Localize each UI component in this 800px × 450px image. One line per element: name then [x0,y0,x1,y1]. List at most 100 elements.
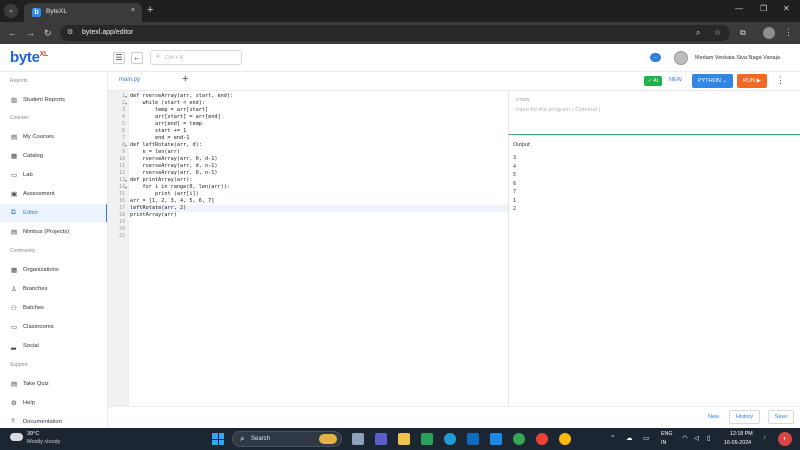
code-line[interactable]: while (start < end): [130,100,204,107]
language-select[interactable]: PYTHON ⌄ [692,74,733,88]
code-line[interactable]: temp = arr[start] [130,107,208,114]
weather-description[interactable]: Mostly cloudy [27,439,60,445]
fold-arrow-icon[interactable]: ▾ [125,178,127,183]
chat-icon[interactable]: … [650,53,661,62]
sidebar-item-organizations[interactable]: ▦ Organizations [0,261,107,279]
edge-icon[interactable] [444,433,456,445]
sidebar-item-documentation[interactable]: ? Documentation [0,413,107,428]
new-button[interactable]: NEW [669,77,682,83]
code-line[interactable]: arr[end] = temp [130,121,202,128]
tray-chevron-icon[interactable]: ⌃ [610,434,615,442]
code-line[interactable]: leftRotate(arr, 2) [130,205,186,212]
bytexl-logo[interactable]: byteXL [10,49,48,66]
url-field[interactable]: ⚙ bytexl.app/editor ⌕ ☆ [60,25,730,41]
more-options-icon[interactable]: ⋮ [776,75,785,86]
back-button[interactable]: ← [131,52,143,64]
chrome-icon[interactable] [513,433,525,445]
sidebar-item-nimbus-projects[interactable]: ▤ Nimbus (Projects) [0,223,107,241]
code-line[interactable]: def rverseArray(arr, start, end): [130,93,233,100]
sidebar-item-batches[interactable]: ⚇ Batches [0,299,107,317]
maximize-icon[interactable]: ❐ [760,4,767,13]
chrome-profile-icon[interactable] [536,433,548,445]
clock-time[interactable]: 12:18 PM [730,431,753,437]
code-line[interactable]: arr[start] = arr[end] [130,114,221,121]
code-line[interactable]: rverseArray(arr, 0, d-1) [130,156,217,163]
history-button[interactable]: History [729,410,760,424]
fold-arrow-icon[interactable]: ▾ [125,101,127,106]
new-file-button[interactable]: New [708,414,719,420]
hamburger-menu-icon[interactable]: ☰ [113,52,125,64]
ai-button[interactable]: ✓ AI [644,76,662,86]
extensions-icon[interactable]: ⧉ [740,28,746,38]
new-tab-button[interactable]: + [147,4,153,16]
browser-menu-icon[interactable]: ⋮ [784,27,793,37]
sidebar-item-classrooms[interactable]: ▭ Classrooms [0,318,107,336]
code-line[interactable]: rverseArray(arr, 0, n-1) [130,170,217,177]
code-line[interactable]: end = end-1 [130,135,189,142]
bookmark-star-icon[interactable]: ☆ [714,28,721,37]
battery-status-icon[interactable]: ▯ [707,434,711,442]
fold-arrow-icon[interactable]: ▾ [125,94,127,99]
volume-icon[interactable]: ◁ [694,434,699,442]
taskbar-search[interactable]: ⌕ Search [232,431,342,447]
sidebar-item-take-quiz[interactable]: ▤ Take Quiz [0,375,107,393]
url-text[interactable]: bytexl.app/editor [82,29,133,36]
code-line[interactable]: n = len(arr) [130,149,180,156]
zoom-icon[interactable]: ⌕ [696,28,700,38]
search-input[interactable]: ⌕ Ctrl + K [150,50,242,65]
user-name[interactable]: Medam Venkata Siva Naga Vanaja [695,55,780,61]
sidebar-item-branches[interactable]: ♙ Branches [0,280,107,298]
language-indicator[interactable]: ENG [661,431,672,437]
avatar[interactable] [674,51,688,65]
sidebar-item-lab[interactable]: ▭ Lab [0,166,107,184]
sidebar-item-catalog[interactable]: ▦ Catalog [0,147,107,165]
chrome-canary-icon[interactable] [559,433,571,445]
stdin-panel[interactable]: STDIN Input for the program ( Optional ) [508,90,800,135]
code-line[interactable]: print (arr[i]) [130,191,199,198]
teams-icon[interactable] [375,433,387,445]
tab-search-chevron-icon[interactable]: ⌄ [4,4,18,18]
minimize-icon[interactable]: — [735,4,743,13]
weather-temperature[interactable]: 39°C [27,431,39,437]
tab-main-py[interactable]: main.py [119,77,140,83]
file-explorer-icon[interactable] [398,433,410,445]
sidebar-item-student-reports[interactable]: ▥ Student Reports [0,91,107,109]
close-window-icon[interactable]: ✕ [783,4,790,13]
cloud-icon[interactable] [10,433,23,441]
code-line[interactable]: rverseArray(arr, d, n-1) [130,163,217,170]
browser-tab[interactable]: b ByteXL × [24,3,142,22]
save-button[interactable]: Save [768,410,794,424]
sidebar-item-editor[interactable]: ⧉ Editor [0,204,107,222]
word-icon[interactable] [467,433,479,445]
app-icon[interactable] [490,433,502,445]
sidebar-item-social[interactable]: ▂ Social [0,337,107,355]
sidebar-item-assessment[interactable]: ▣ Assessment [0,185,107,203]
code-line[interactable]: arr = [1, 2, 3, 4, 5, 6, 7] [130,198,214,205]
sidebar-item-help[interactable]: ⚙ Help [0,394,107,412]
task-view-icon[interactable] [352,433,364,445]
code-line[interactable]: def leftRotate(arr, d): [130,142,202,149]
back-arrow-icon[interactable]: ← [8,27,17,39]
fold-arrow-icon[interactable]: ▾ [125,143,127,148]
code-line[interactable]: def printArray(arr): [130,177,192,184]
copilot-icon[interactable]: ◐ [778,432,792,446]
stdin-input[interactable]: Input for the program ( Optional ) [516,107,600,113]
fold-arrow-icon[interactable]: ▾ [125,185,127,190]
reload-icon[interactable]: ↻ [44,27,52,39]
profile-icon[interactable] [763,27,775,39]
run-button[interactable]: RUN ▶ [737,74,767,88]
site-info-icon[interactable]: ⚙ [67,28,73,36]
code-line[interactable]: for i in range(0, len(arr)): [130,184,229,191]
add-file-button[interactable]: + [182,73,188,85]
code-editor[interactable]: 1 ▾ 2 ▾ 3 4 5 6 7 8 ▾ 9 10 11 12 13 ▾ 14 ▾ 15 16 17 18 19 20 21 d… [108,90,508,407]
store-icon[interactable] [421,433,433,445]
onedrive-icon[interactable]: ☁ [626,434,633,442]
code-line[interactable]: printArray(arr) [130,212,177,219]
windows-start-icon[interactable] [212,433,224,445]
code-line[interactable]: start += 1 [130,128,186,135]
wifi-icon[interactable]: ◠ [682,434,688,442]
battery-icon[interactable]: ▭ [643,434,649,442]
tab-close-icon[interactable]: × [131,7,135,14]
clock-date[interactable]: 16-05-2024 [724,440,751,446]
forward-arrow-icon[interactable]: → [26,27,35,39]
